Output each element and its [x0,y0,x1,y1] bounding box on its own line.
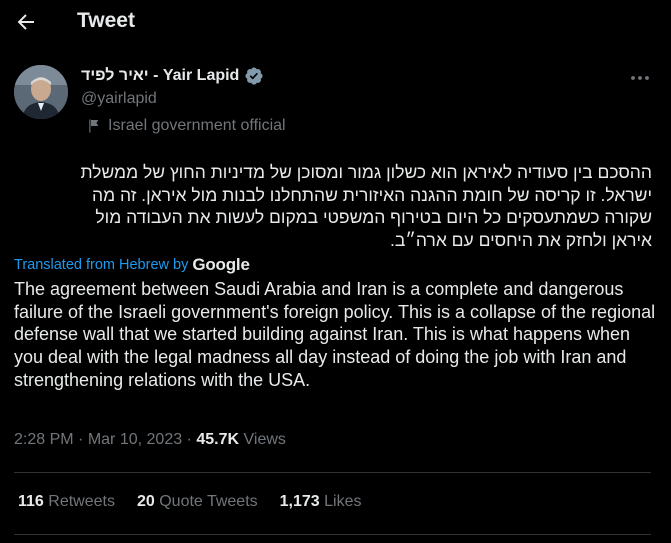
quotes-count: 20 [136,493,155,510]
meta-separator: · [78,431,84,448]
translation-attribution[interactable]: Translated from Hebrew by Google [14,255,250,275]
quote-tweets-stat[interactable]: 20 Quote Tweets [137,493,258,511]
author-handle[interactable]: @yairlapid [81,90,157,108]
flag-icon [89,119,99,133]
tweet-time[interactable]: 2:28 PM [14,431,74,448]
divider [14,472,651,473]
tweet-date[interactable]: Mar 10, 2023 [88,431,182,448]
divider [14,534,651,535]
tweet-meta: 2:28 PM · Mar 10, 2023 · 45.7K Views [14,431,286,449]
google-logo: Google [192,255,250,274]
views-count: 45.7K [196,431,240,448]
likes-stat[interactable]: 1,173 Likes [280,493,362,511]
meta-separator: · [186,431,192,448]
avatar[interactable] [14,65,68,119]
back-arrow-icon[interactable] [14,10,38,34]
retweets-stat[interactable]: 116 Retweets [18,493,115,511]
affiliation-text: Israel government official [108,117,286,134]
author-display-name[interactable]: יאיר לפיד - Yair Lapid [81,67,239,85]
engagement-stats: 116 Retweets 20 Quote Tweets 1,173 Likes [18,493,362,511]
views-label: Views [243,431,286,448]
quotes-label: Quote Tweets [159,493,258,510]
more-icon[interactable] [628,66,652,90]
retweets-count: 116 [18,493,44,510]
page-title: Tweet [77,9,135,32]
likes-count: 1,173 [279,493,320,510]
translated-from-link[interactable]: Translated from Hebrew by [14,257,188,273]
author-name-row[interactable]: יאיר לפיד - Yair Lapid [81,66,264,86]
tweet-translated-text: The agreement between Saudi Arabia and I… [14,279,656,390]
verified-badge-icon[interactable] [244,66,264,86]
likes-label: Likes [324,493,362,510]
affiliation-label: Israel government official [86,117,286,135]
retweets-label: Retweets [48,493,115,510]
tweet-original-text: ההסכם בין סעודיה לאיראן הוא כשלון גמור ו… [80,162,652,250]
